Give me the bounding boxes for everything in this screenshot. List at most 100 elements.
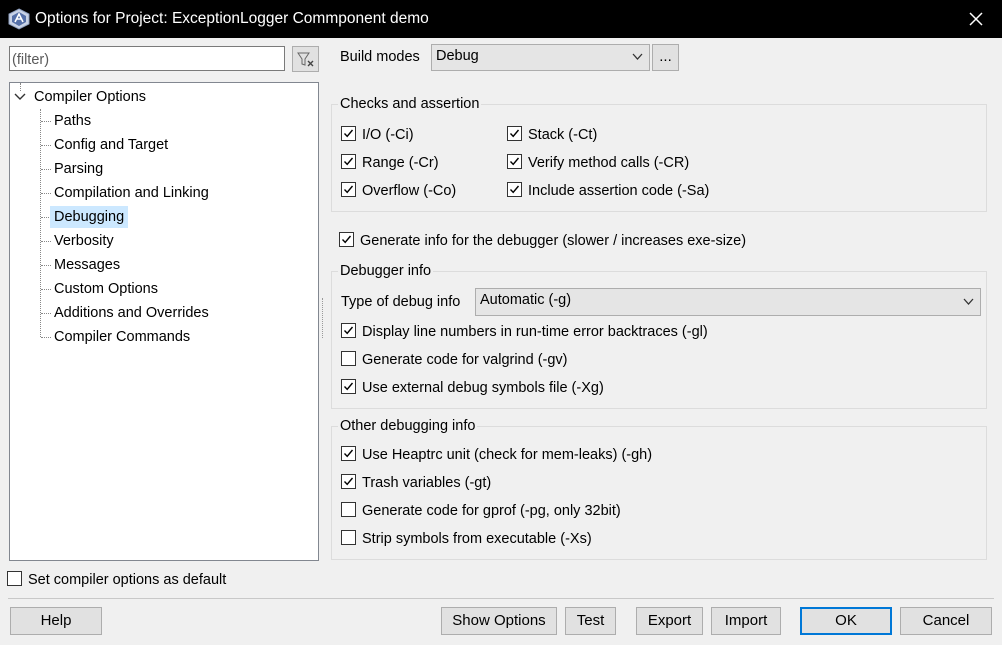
build-modes-label: Build modes [340, 49, 420, 65]
checkbox-io[interactable]: I/O (-Ci) [341, 125, 414, 145]
checkbox-strip-label: Strip symbols from executable (-Xs) [362, 531, 592, 548]
import-button[interactable]: Import [711, 607, 781, 635]
checkbox-range[interactable]: Range (-Cr) [341, 153, 439, 173]
debug-type-combo[interactable]: Automatic (-g) [475, 288, 981, 316]
checkbox-trash-box[interactable] [341, 474, 356, 489]
checkbox-range-label: Range (-Cr) [362, 155, 439, 172]
tree-item-verbosity[interactable]: Verbosity [54, 230, 114, 252]
tree-item-compilation-and-linking[interactable]: Compilation and Linking [54, 182, 209, 204]
tree-item-compiler-commands[interactable]: Compiler Commands [54, 326, 190, 348]
checkbox-overflow-box[interactable] [341, 182, 356, 197]
tree-item-additions-and-overrides[interactable]: Additions and Overrides [54, 302, 209, 324]
checkbox-gprof[interactable]: Generate code for gprof (-pg, only 32bit… [341, 501, 621, 521]
filter-input[interactable] [9, 46, 285, 71]
checkbox-io-box[interactable] [341, 126, 356, 141]
checkmark-icon [343, 129, 354, 138]
test-button[interactable]: Test [565, 607, 616, 635]
tree-connector [41, 145, 51, 146]
checkmark-icon [343, 185, 354, 194]
tree-connector [41, 193, 51, 194]
build-modes-value: Debug [436, 48, 479, 64]
checkmark-icon [343, 157, 354, 166]
tree-connector [41, 121, 51, 122]
checkbox-line-numbers-box[interactable] [341, 323, 356, 338]
checkbox-range-box[interactable] [341, 154, 356, 169]
export-button[interactable]: Export [636, 607, 703, 635]
tree-connector [41, 337, 51, 338]
tree-connector [41, 241, 51, 242]
tree-item-config-and-target[interactable]: Config and Target [54, 134, 168, 156]
debugger-info-group-title: Debugger info [338, 263, 434, 279]
checkbox-line-numbers-label: Display line numbers in run-time error b… [362, 324, 708, 341]
checkbox-external-symbols[interactable]: Use external debug symbols file (-Xg) [341, 378, 604, 398]
checkbox-assert-box[interactable] [507, 182, 522, 197]
checkbox-heaptrc[interactable]: Use Heaptrc unit (check for mem-leaks) (… [341, 445, 652, 465]
checkmark-icon [343, 449, 354, 458]
checkmark-icon [343, 477, 354, 486]
checkbox-line-numbers[interactable]: Display line numbers in run-time error b… [341, 322, 708, 342]
tree-item-messages[interactable]: Messages [54, 254, 120, 276]
checkmark-icon [343, 326, 354, 335]
build-modes-combo[interactable]: Debug [431, 44, 650, 71]
window-title: Options for Project: ExceptionLogger Com… [35, 10, 429, 27]
checkbox-stack-box[interactable] [507, 126, 522, 141]
clear-filter-button[interactable] [292, 46, 319, 72]
checkbox-overflow[interactable]: Overflow (-Co) [341, 181, 456, 201]
checkmark-icon [509, 157, 520, 166]
checkmark-icon [343, 382, 354, 391]
checkbox-heaptrc-label: Use Heaptrc unit (check for mem-leaks) (… [362, 447, 653, 464]
tree-item-parsing[interactable]: Parsing [54, 158, 103, 180]
checkbox-generate-debug-info[interactable]: Generate info for the debugger (slower /… [339, 231, 746, 251]
lazarus-app-icon [8, 8, 30, 30]
checkmark-icon [509, 185, 520, 194]
checkbox-stack-label: Stack (-Ct) [528, 127, 598, 144]
ok-button[interactable]: OK [800, 607, 892, 635]
tree-connector [41, 169, 51, 170]
tree-item-debugging[interactable]: Debugging [50, 206, 129, 228]
tree-connector [41, 313, 51, 314]
checkbox-set-default-label: Set compiler options as default [28, 572, 227, 589]
checkbox-assert-label: Include assertion code (-Sa) [528, 183, 710, 200]
debug-type-label: Type of debug info [341, 294, 461, 310]
tree-item-custom-options[interactable]: Custom Options [54, 278, 158, 300]
tree-root-compiler-options[interactable]: Compiler Options [34, 86, 146, 108]
checkbox-strip-box[interactable] [341, 530, 356, 545]
debug-type-value: Automatic (-g) [480, 292, 572, 308]
checkbox-stack[interactable]: Stack (-Ct) [507, 125, 597, 145]
checkbox-verify-label: Verify method calls (-CR) [528, 155, 690, 172]
chevron-down-icon[interactable] [14, 92, 26, 102]
checkbox-trash-variables[interactable]: Trash variables (-gt) [341, 473, 491, 493]
tree-connector [40, 109, 41, 337]
checkbox-io-label: I/O (-Ci) [362, 127, 414, 144]
checkmark-icon [341, 235, 352, 244]
close-icon[interactable] [964, 7, 988, 31]
title-bar: Options for Project: ExceptionLogger Com… [0, 0, 1002, 38]
checkbox-valgrind[interactable]: Generate code for valgrind (-gv) [341, 350, 568, 370]
checkbox-strip-symbols[interactable]: Strip symbols from executable (-Xs) [341, 529, 592, 549]
checkbox-generate-debug-label: Generate info for the debugger (slower /… [360, 233, 747, 250]
checkbox-set-default-box[interactable] [7, 571, 22, 586]
tree-connector [41, 265, 51, 266]
checkbox-external-symbols-box[interactable] [341, 379, 356, 394]
help-button[interactable]: Help [10, 607, 102, 635]
cancel-button[interactable]: Cancel [900, 607, 992, 635]
checkbox-overflow-label: Overflow (-Co) [362, 183, 457, 200]
checkbox-valgrind-label: Generate code for valgrind (-gv) [362, 352, 568, 369]
checkbox-gprof-label: Generate code for gprof (-pg, only 32bit… [362, 503, 621, 520]
checkbox-generate-debug-box[interactable] [339, 232, 354, 247]
clear-filter-icon [297, 52, 314, 67]
checkbox-valgrind-box[interactable] [341, 351, 356, 366]
splitter-grip[interactable] [322, 298, 326, 338]
checkbox-include-assertion[interactable]: Include assertion code (-Sa) [507, 181, 709, 201]
tree-item-paths[interactable]: Paths [54, 110, 91, 132]
checkbox-set-default[interactable]: Set compiler options as default [7, 570, 226, 590]
checkbox-heaptrc-box[interactable] [341, 446, 356, 461]
bottom-separator [8, 598, 994, 599]
checkbox-verify-method-calls[interactable]: Verify method calls (-CR) [507, 153, 689, 173]
checkbox-verify-box[interactable] [507, 154, 522, 169]
checkbox-gprof-box[interactable] [341, 502, 356, 517]
options-tree: Compiler Options Paths Config and Target… [9, 82, 319, 561]
checks-group-title: Checks and assertion [338, 96, 482, 112]
show-options-button[interactable]: Show Options [441, 607, 557, 635]
build-modes-more-button[interactable]: ... [652, 44, 679, 71]
